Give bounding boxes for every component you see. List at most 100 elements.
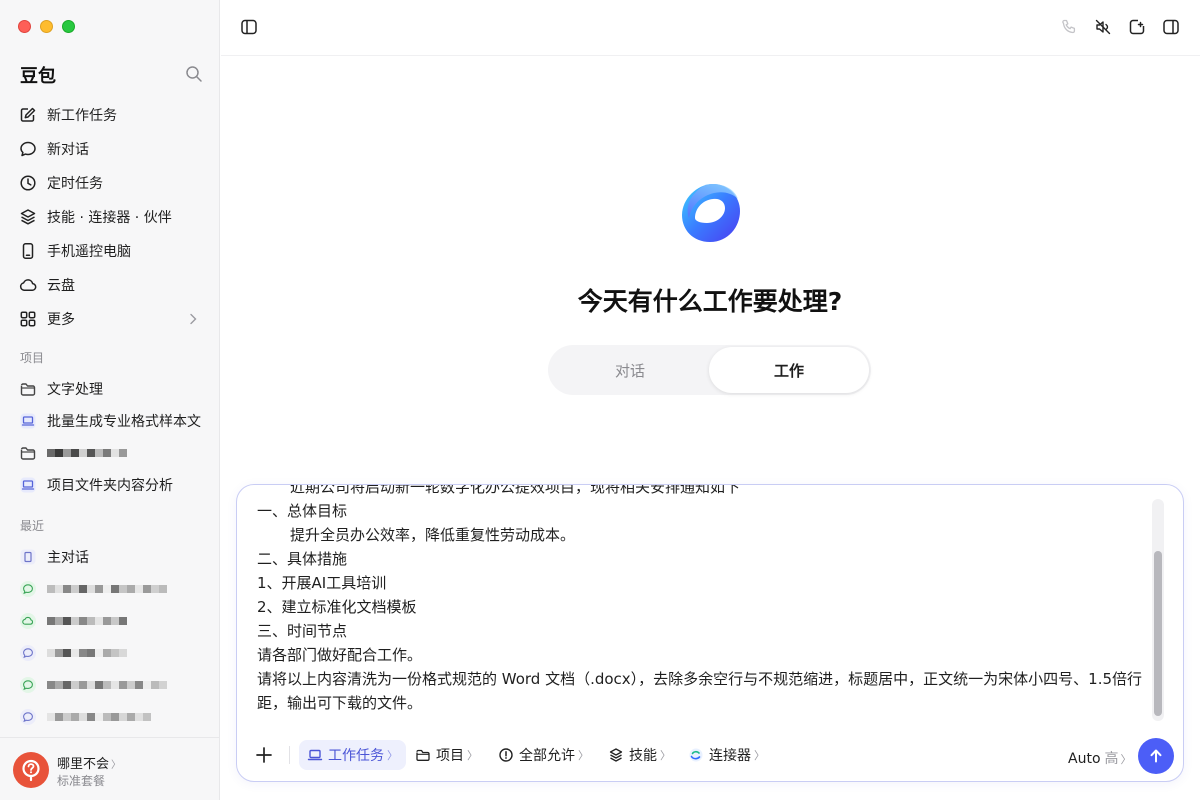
redacted-label bbox=[47, 646, 127, 660]
permission-label: 全部允许 bbox=[519, 748, 575, 764]
prompt-line: 1、开展AI工具培训 bbox=[257, 574, 387, 592]
search-icon[interactable] bbox=[185, 65, 203, 83]
recent-item[interactable] bbox=[10, 605, 210, 637]
new-window-icon[interactable] bbox=[1128, 18, 1146, 36]
doubao-logo bbox=[679, 180, 743, 246]
project-item[interactable] bbox=[10, 437, 210, 469]
zoom-window-button[interactable] bbox=[62, 20, 75, 33]
doc-icon bbox=[19, 548, 37, 566]
chat-green-icon bbox=[19, 580, 37, 598]
send-button[interactable] bbox=[1138, 738, 1174, 774]
model-label: Auto bbox=[1068, 751, 1101, 767]
permission-button[interactable]: 全部允许 〉 bbox=[490, 740, 597, 770]
sidebar-item-label: 云盘 bbox=[47, 278, 75, 294]
redacted-label bbox=[47, 614, 127, 628]
minimize-window-button[interactable] bbox=[40, 20, 53, 33]
phone-call-icon[interactable] bbox=[1060, 18, 1078, 36]
folder-icon bbox=[19, 444, 37, 462]
project-label: 文字处理 bbox=[47, 382, 103, 398]
chevron-right-icon: 〉 bbox=[467, 749, 478, 762]
layers-icon bbox=[608, 747, 624, 763]
cloud-green-icon bbox=[19, 612, 37, 630]
project-item[interactable]: 项目文件夹内容分析 bbox=[10, 469, 210, 501]
sidebar-item-cloud-drive[interactable]: 云盘 bbox=[10, 268, 210, 302]
app-title: 豆包 bbox=[20, 66, 56, 87]
project-label: 项目文件夹内容分析 bbox=[47, 478, 173, 494]
projects-section-label: 项目 bbox=[20, 351, 45, 365]
recent-item[interactable] bbox=[10, 637, 210, 669]
redacted-label bbox=[47, 582, 167, 596]
user-name: 哪里不会〉 bbox=[57, 757, 122, 772]
scroll-thumb[interactable] bbox=[1154, 551, 1162, 716]
project-button[interactable]: 项目 〉 bbox=[407, 740, 486, 770]
tab-chat[interactable]: 对话 bbox=[550, 345, 710, 395]
project-item[interactable]: 文字处理 bbox=[10, 373, 210, 405]
prompt-line: 请各部门做好配合工作。 bbox=[257, 646, 423, 664]
prompt-line: 2、建立标准化文档模板 bbox=[257, 598, 417, 616]
sidebar-item-label: 更多 bbox=[47, 312, 75, 328]
laptop-icon bbox=[19, 412, 37, 430]
prompt-line: 三、时间节点 bbox=[257, 622, 348, 640]
sidebar-item-more[interactable]: 更多 bbox=[10, 302, 210, 336]
prompt-input[interactable]: 近期公司将启动新一轮数字化办公提效项目，现将相关安排通知如下 一、总体目标 提升… bbox=[257, 485, 1147, 731]
prompt-line: 请将以上内容清洗为一份格式规范的 Word 文档（.docx），去除多余空行与不… bbox=[257, 670, 1143, 712]
laptop-icon bbox=[19, 476, 37, 494]
folder-icon bbox=[415, 747, 431, 763]
project-item[interactable]: 批量生成专业格式样本文 bbox=[10, 405, 210, 437]
connectors-label: 连接器 bbox=[709, 748, 751, 764]
clock-icon bbox=[19, 174, 37, 192]
recent-label: 主对话 bbox=[47, 550, 89, 566]
model-selector[interactable]: Auto 高〉 bbox=[1068, 748, 1132, 768]
prompt-line: 二、具体措施 bbox=[257, 550, 348, 568]
connectors-button[interactable]: 连接器 〉 bbox=[680, 740, 773, 770]
reasoning-level: 高 bbox=[1104, 751, 1119, 767]
sidebar: 豆包 新工作任务 新对话 定时任务 技能 · 连接器 · 伙伴 手机遥控电脑 云… bbox=[0, 0, 220, 800]
window-controls bbox=[18, 20, 75, 33]
mode-switch: 对话 工作 bbox=[548, 345, 871, 395]
sidebar-item-label: 手机遥控电脑 bbox=[47, 244, 131, 260]
recent-item[interactable] bbox=[10, 669, 210, 701]
recent-item[interactable] bbox=[10, 573, 210, 605]
sidebar-toggle-icon[interactable] bbox=[240, 18, 258, 36]
chevron-right-icon: 〉 bbox=[1120, 753, 1132, 766]
chevron-right-icon: 〉 bbox=[754, 749, 765, 762]
recent-item[interactable] bbox=[10, 701, 210, 733]
project-label: 项目 bbox=[436, 748, 464, 764]
recent-item[interactable]: 主对话 bbox=[10, 541, 210, 573]
avatar bbox=[13, 752, 49, 788]
page-headline: 今天有什么工作要处理? bbox=[577, 287, 843, 316]
sidebar-item-skills[interactable]: 技能 · 连接器 · 伙伴 bbox=[10, 200, 210, 234]
work-task-button[interactable]: 工作任务 〉 bbox=[299, 740, 406, 770]
composer-scrollbar[interactable] bbox=[1152, 499, 1164, 721]
chat-bubble-icon bbox=[19, 140, 37, 158]
prompt-line: 提升全员办公效率，降低重复性劳动成本。 bbox=[290, 526, 576, 544]
prompt-line: 一、总体目标 bbox=[257, 502, 348, 520]
close-window-button[interactable] bbox=[18, 20, 31, 33]
user-plan: 标准套餐 bbox=[57, 774, 106, 788]
header-divider bbox=[221, 55, 1200, 56]
sidebar-item-phone-remote[interactable]: 手机遥控电脑 bbox=[10, 234, 210, 268]
folder-icon bbox=[19, 380, 37, 398]
chat-purple-icon bbox=[19, 644, 37, 662]
sidebar-menu: 新工作任务 新对话 定时任务 技能 · 连接器 · 伙伴 手机遥控电脑 云盘 更… bbox=[10, 98, 210, 336]
right-panel-toggle-icon[interactable] bbox=[1162, 18, 1180, 36]
user-profile[interactable]: 哪里不会〉 标准套餐 bbox=[0, 737, 219, 800]
prompt-line: 近期公司将启动新一轮数字化办公提效项目，现将相关安排通知如下 bbox=[290, 485, 741, 496]
cloud-icon bbox=[19, 276, 37, 294]
speaker-mute-icon[interactable] bbox=[1094, 18, 1112, 36]
sidebar-item-scheduled-tasks[interactable]: 定时任务 bbox=[10, 166, 210, 200]
laptop-icon bbox=[307, 747, 323, 763]
recent-section-label: 最近 bbox=[20, 519, 45, 533]
tab-work[interactable]: 工作 bbox=[709, 347, 869, 393]
sidebar-item-new-work-task[interactable]: 新工作任务 bbox=[10, 98, 210, 132]
sidebar-item-label: 新工作任务 bbox=[47, 108, 117, 124]
phone-icon bbox=[19, 242, 37, 260]
chevron-right-icon: 〉 bbox=[387, 749, 398, 762]
skills-label: 技能 bbox=[629, 748, 657, 764]
sidebar-item-label: 定时任务 bbox=[47, 176, 103, 192]
chevron-right-icon bbox=[186, 312, 200, 326]
sidebar-item-new-chat[interactable]: 新对话 bbox=[10, 132, 210, 166]
skills-button[interactable]: 技能 〉 bbox=[600, 740, 679, 770]
redacted-label bbox=[47, 678, 167, 692]
add-attachment-button[interactable] bbox=[254, 745, 274, 765]
